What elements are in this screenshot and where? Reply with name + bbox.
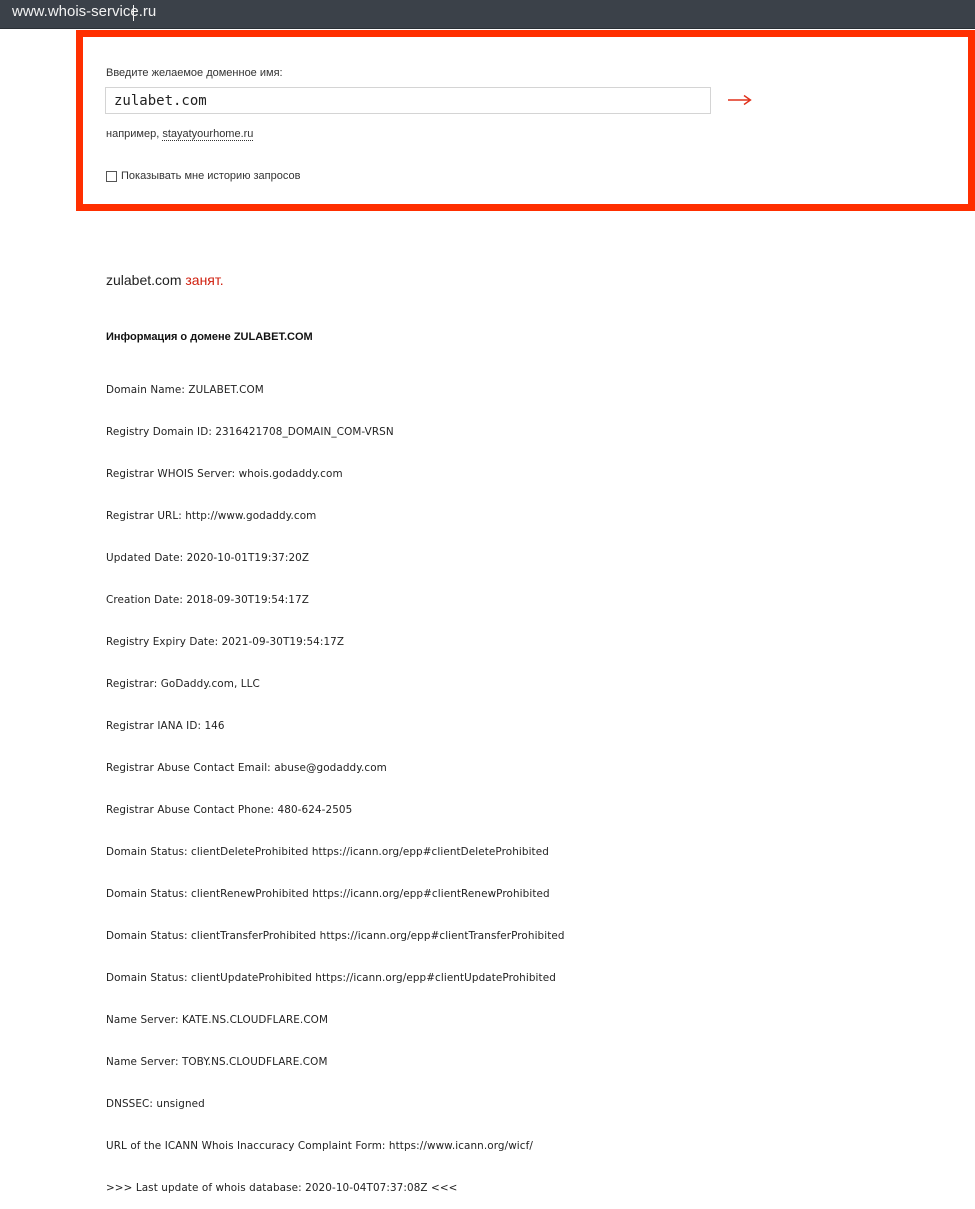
whois-line: Domain Status: clientTransferProhibited … [106,930,565,942]
text-caret [133,5,134,21]
example-link[interactable]: stayatyourhome.ru [162,128,254,141]
whois-record: Domain Name: ZULABET.COM Registry Domain… [106,355,565,1209]
whois-line: DNSSEC: unsigned [106,1098,205,1110]
domain-info-title: Информация о домене ZULABET.COM [106,331,313,343]
submit-button[interactable] [726,88,754,112]
result-domain: zulabet.com [106,272,182,288]
whois-line: Registrar Abuse Contact Email: abuse@god… [106,762,387,774]
history-label: Показывать мне историю запросов [121,170,301,182]
address-bar[interactable]: www.whois-service.ru [0,0,975,29]
address-bar-url[interactable]: www.whois-service.ru [12,3,156,20]
whois-line: Registrar: GoDaddy.com, LLC [106,678,260,690]
history-option[interactable]: Показывать мне историю запросов [106,170,300,182]
whois-line: Registrar IANA ID: 146 [106,720,225,732]
whois-line: Domain Name: ZULABET.COM [106,384,264,396]
history-checkbox[interactable] [106,170,117,182]
whois-line: Name Server: KATE.NS.CLOUDFLARE.COM [106,1014,329,1026]
arrow-right-icon [728,94,752,106]
whois-line: URL of the ICANN Whois Inaccuracy Compla… [106,1140,533,1152]
whois-line: Registrar Abuse Contact Phone: 480-624-2… [106,804,353,816]
whois-line: Registrar URL: http://www.godaddy.com [106,510,317,522]
whois-line: Domain Status: clientRenewProhibited htt… [106,888,550,900]
example-prefix: например, [106,128,160,140]
whois-line: >>> Last update of whois database: 2020-… [106,1182,458,1194]
whois-line: Registrar WHOIS Server: whois.godaddy.co… [106,468,343,480]
whois-line: Registry Domain ID: 2316421708_DOMAIN_CO… [106,426,394,438]
whois-line: Name Server: TOBY.NS.CLOUDFLARE.COM [106,1056,328,1068]
whois-line: Updated Date: 2020-10-01T19:37:20Z [106,552,310,564]
domain-prompt-label: Введите желаемое доменное имя: [106,67,283,79]
whois-line: Registry Expiry Date: 2021-09-30T19:54:1… [106,636,345,648]
domain-input[interactable] [105,87,711,114]
result-line: zulabet.com занят. [106,272,224,288]
whois-line: Domain Status: clientUpdateProhibited ht… [106,972,556,984]
domain-search-panel: Введите желаемое доменное имя: например,… [76,30,975,211]
result-status: занят. [185,272,224,288]
whois-line: Domain Status: clientDeleteProhibited ht… [106,846,549,858]
example-hint: например, stayatyourhome.ru [106,128,254,141]
whois-line: Creation Date: 2018-09-30T19:54:17Z [106,594,309,606]
